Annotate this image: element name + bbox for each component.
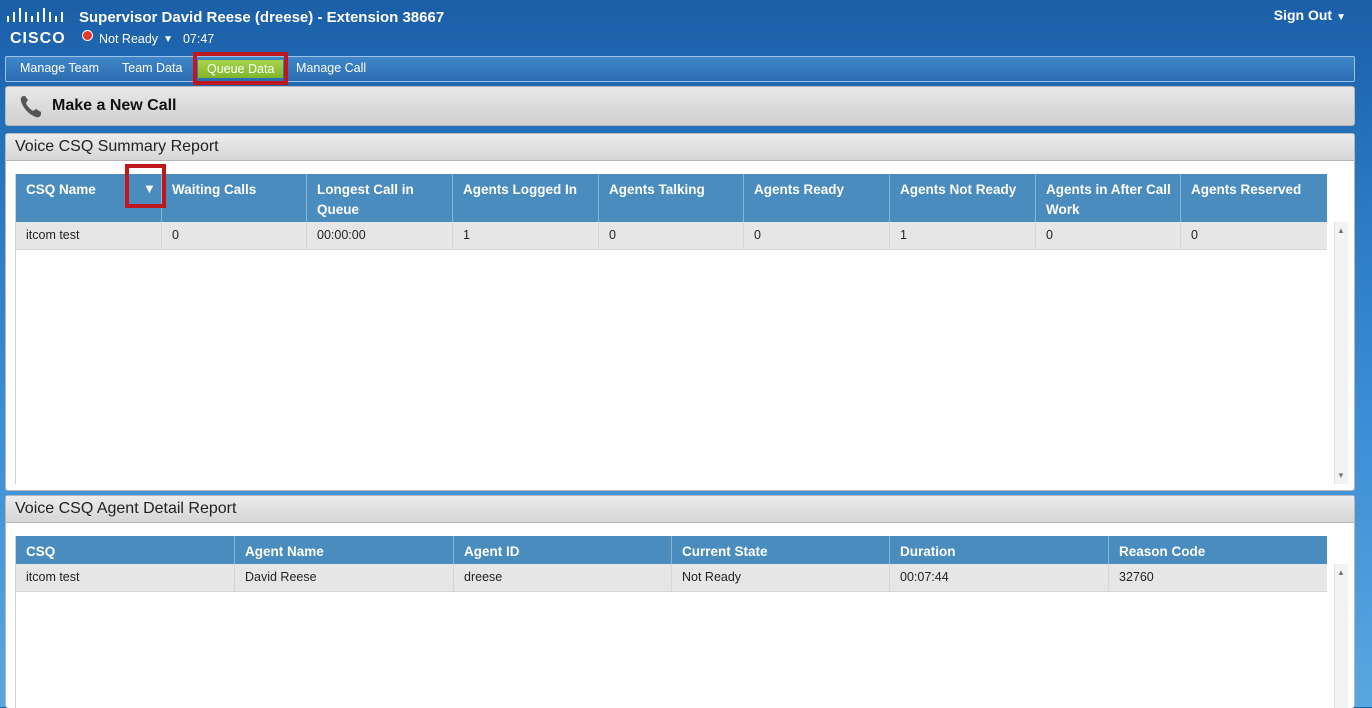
column-header[interactable]: Current State (672, 536, 890, 564)
sign-out-button[interactable]: Sign Out ▼ (1274, 7, 1346, 23)
column-header[interactable]: Longest Call in Queue (307, 174, 453, 222)
status-label: Not Ready (99, 32, 159, 46)
queue-data-highlight (193, 52, 288, 85)
scroll-down-icon[interactable]: ▼ (1337, 471, 1345, 480)
column-header[interactable]: Agents Not Ready (890, 174, 1036, 222)
tab-manage-team[interactable]: Manage Team (17, 61, 102, 75)
summary-scrollbar[interactable]: ▲ ▼ (1334, 222, 1348, 484)
cell: 00:07:44 (890, 564, 1109, 591)
chevron-down-icon: ▼ (163, 33, 173, 45)
column-header[interactable]: Agent ID (454, 536, 672, 564)
detail-header-row: CSQ Agent Name Agent ID Current State Du… (16, 536, 1327, 564)
column-header[interactable]: CSQ (16, 536, 235, 564)
panel-header: Voice CSQ Agent Detail Report (6, 496, 1354, 523)
cell: dreese (454, 564, 672, 591)
cell: 1 (453, 222, 599, 249)
column-header[interactable]: Agent Name (235, 536, 454, 564)
tab-manage-call[interactable]: Manage Call (293, 61, 369, 75)
cell: David Reese (235, 564, 454, 591)
status-timer: 07:47 (182, 32, 215, 46)
csq-summary-panel: Voice CSQ Summary Report CSQ Name Waitin… (5, 133, 1355, 491)
tab-team-data[interactable]: Team Data (119, 61, 185, 75)
sign-out-label: Sign Out (1273, 7, 1333, 23)
scroll-up-icon[interactable]: ▲ (1337, 226, 1345, 235)
detail-title: Voice CSQ Agent Detail Report (15, 500, 237, 517)
app-header: CISCO Supervisor David Reese (dreese) - … (0, 0, 1372, 54)
summary-grid: CSQ Name Waiting Calls Longest Call in Q… (15, 174, 1348, 484)
status-selector[interactable]: Not Ready ▼ 07:47 (82, 29, 215, 46)
table-row[interactable]: itcom test 0 00:00:00 1 0 0 1 0 0 (16, 222, 1327, 250)
column-header[interactable]: Agents in After Call Work (1036, 174, 1181, 222)
cell: itcom test (16, 222, 162, 249)
summary-title: Voice CSQ Summary Report (15, 138, 219, 155)
make-new-call-bar[interactable]: Make a New Call (5, 86, 1355, 126)
table-row[interactable]: itcom test David Reese dreese Not Ready … (16, 564, 1327, 592)
cell: 1 (890, 222, 1036, 249)
panel-header: Voice CSQ Summary Report (6, 134, 1354, 161)
status-not-ready-icon (82, 29, 93, 41)
cell: 0 (162, 222, 307, 249)
column-header[interactable]: Agents Reserved (1181, 174, 1327, 222)
sort-caret-highlight (125, 164, 166, 208)
cell: 32760 (1119, 570, 1154, 584)
summary-header-row: CSQ Name Waiting Calls Longest Call in Q… (16, 174, 1327, 222)
column-header[interactable]: Waiting Calls (162, 174, 307, 222)
cell: itcom test (16, 564, 235, 591)
phone-icon (20, 96, 41, 118)
column-header[interactable]: Agents Talking (599, 174, 744, 222)
column-header[interactable]: Agents Logged In (453, 174, 599, 222)
chevron-down-icon: ▼ (1336, 12, 1346, 23)
cell: 0 (599, 222, 744, 249)
logo-text: CISCO (10, 30, 66, 47)
csq-agent-detail-panel: Voice CSQ Agent Detail Report CSQ Agent … (5, 495, 1355, 708)
column-header[interactable]: Agents Ready (744, 174, 890, 222)
cell: 0 (744, 222, 890, 249)
column-header[interactable]: Reason Code (1109, 536, 1327, 564)
cell: 0 (1191, 228, 1198, 242)
column-header[interactable]: Duration (890, 536, 1109, 564)
scroll-up-icon[interactable]: ▲ (1337, 568, 1345, 577)
detail-grid: CSQ Agent Name Agent ID Current State Du… (15, 536, 1348, 708)
detail-scrollbar[interactable]: ▲ (1334, 564, 1348, 708)
make-call-label: Make a New Call (52, 97, 177, 114)
cell: Not Ready (672, 564, 890, 591)
supervisor-title: Supervisor David Reese (dreese) - Extens… (79, 9, 445, 26)
cell: 00:00:00 (307, 222, 453, 249)
cell: 0 (1036, 222, 1181, 249)
cisco-logo-icon: CISCO (6, 6, 68, 47)
